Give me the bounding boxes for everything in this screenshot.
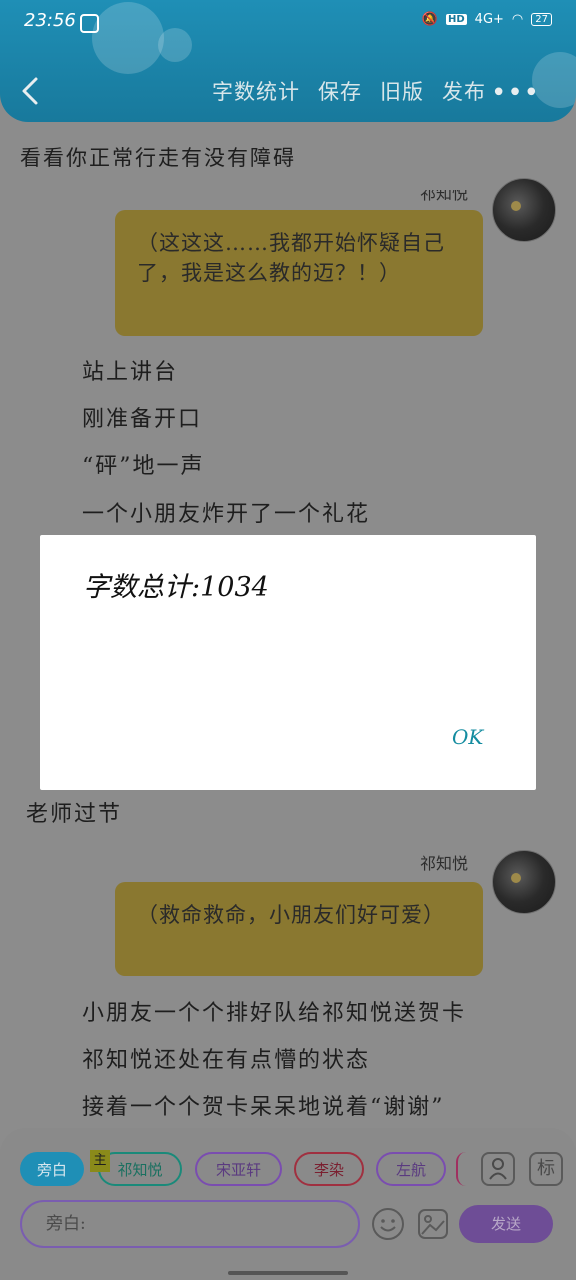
mute-icon: 🔕 — [421, 12, 438, 27]
image-icon[interactable] — [416, 1207, 450, 1241]
ok-button[interactable]: OK — [452, 725, 483, 749]
role-chip-qizhiyue[interactable]: 祁知悦 — [98, 1152, 182, 1186]
send-button[interactable]: 发送 — [459, 1205, 553, 1243]
emoji-icon[interactable] — [371, 1207, 405, 1241]
dialogue-line: “砰”地一声 — [82, 454, 205, 479]
thought-bubble: （这这这……我都开始怀疑自己了，我是这么教的迈？！） — [115, 210, 483, 336]
thought-bubble: （救命救命，小朋友们好可爱） — [115, 882, 483, 976]
narration-line: 看看你正常行走有没有障碍 — [20, 146, 296, 170]
more-options-icon[interactable]: ••• — [491, 78, 540, 108]
back-arrow-icon[interactable] — [18, 76, 42, 106]
dialogue-line: 刚准备开口 — [82, 407, 203, 432]
main-role-badge: 主 — [90, 1150, 110, 1172]
top-app-bar: 23:56 🔕 HD 4G+ ◠ 27 字数统计 保存 旧版 发布 ••• — [0, 0, 576, 122]
role-chip-liran[interactable]: 李染 — [294, 1152, 364, 1186]
word-count-dialog: 字数总计:1034 OK — [40, 535, 536, 790]
status-indicators: 🔕 HD 4G+ ◠ 27 — [422, 12, 552, 27]
home-indicator[interactable] — [228, 1271, 348, 1275]
role-chip-narrator[interactable]: 旁白 — [20, 1152, 84, 1186]
dialogue-line: 接着一个个贺卡呆呆地说着“谢谢” — [82, 1095, 445, 1120]
dialogue-line: 站上讲台 — [82, 360, 179, 385]
header-menu: 字数统计 保存 旧版 发布 — [212, 76, 486, 106]
decor-bubble — [92, 2, 164, 74]
network-label: 4G+ — [474, 12, 504, 27]
wifi-icon: ◠ — [511, 12, 524, 27]
narration-line: 老师过节 — [26, 802, 123, 827]
publish-button[interactable]: 发布 — [442, 76, 486, 106]
speaker-avatar[interactable] — [492, 178, 556, 242]
battery-icon: 27 — [531, 13, 552, 26]
person-icon[interactable] — [481, 1152, 515, 1186]
role-chip-zuohang[interactable]: 左航 — [376, 1152, 446, 1186]
word-count-button[interactable]: 字数统计 — [212, 76, 300, 106]
word-count-text: 字数总计:1034 — [83, 572, 269, 603]
speaker-avatar[interactable] — [492, 850, 556, 914]
message-input[interactable]: 旁白: — [20, 1200, 360, 1248]
tag-icon[interactable]: 标 — [529, 1152, 563, 1186]
save-button[interactable]: 保存 — [318, 76, 362, 106]
app-notification-icon — [80, 14, 99, 33]
old-version-button[interactable]: 旧版 — [380, 76, 424, 106]
dialogue-line: 小朋友一个个排好队给祁知悦送贺卡 — [82, 1001, 467, 1026]
dialogue-line: 祁知悦还处在有点懵的状态 — [82, 1048, 371, 1073]
hd-badge: HD — [446, 14, 467, 25]
status-time: 23:56 — [24, 10, 76, 31]
role-chip-partial[interactable] — [456, 1152, 466, 1186]
speaker-name: 祁知悦 — [420, 854, 469, 873]
dialogue-line: 一个小朋友炸开了一个礼花 — [82, 502, 371, 527]
speaker-name: 祁知悦 — [420, 184, 469, 203]
decor-bubble — [158, 28, 192, 62]
role-chip-songyaxuan[interactable]: 宋亚轩 — [195, 1152, 282, 1186]
